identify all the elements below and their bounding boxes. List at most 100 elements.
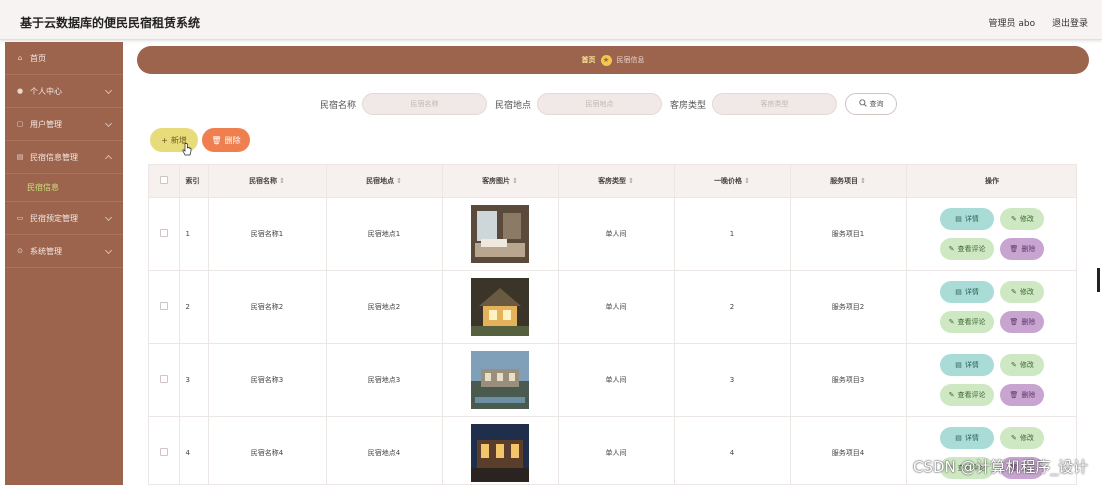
row-room-type: 单人间 <box>558 270 675 344</box>
sidebar-item-homestay-management[interactable]: ▤ 民宿信息管理 <box>5 141 123 174</box>
row-price: 1 <box>674 197 791 271</box>
sidebar-item-profile[interactable]: ● 个人中心 <box>5 75 123 108</box>
sidebar-item-label: 民宿信息 <box>27 183 59 192</box>
column-header-actions: 操作 <box>906 165 1076 198</box>
location-filter-label: 民宿地点 <box>495 100 532 111</box>
document-icon: ▤ <box>955 214 962 223</box>
column-header-room-image[interactable]: 客房图片 ⇕ <box>442 165 559 198</box>
sidebar: ⌂ 首页 ● 个人中心 ▢ 用户管理 ▤ 民宿信息管理 民宿信息 ▭ 民宿预定管… <box>5 42 123 485</box>
row-actions: ▤ 详情 ✎ 修改 ✎ 查看评论 🗑 删除 <box>907 207 1077 260</box>
top-right-links: 管理员 abo 退出登录 <box>975 16 1089 29</box>
table-header-row: 索引 民宿名称 ⇕ 民宿地点 ⇕ 客房图片 ⇕ 客房类型 ⇕ 一晚价格 ⇕ 服务项目 ⇕ 操… <box>149 165 1076 198</box>
room-image[interactable] <box>471 277 529 336</box>
detail-button[interactable]: ▤ 详情 <box>939 353 995 376</box>
row-index: 4 <box>179 416 209 484</box>
name-search-input[interactable] <box>362 93 488 115</box>
view-reviews-button[interactable]: ✎ 查看评论 <box>939 310 995 333</box>
room-type-search-input[interactable] <box>712 93 838 115</box>
edit-button[interactable]: ✎ 修改 <box>1000 207 1045 230</box>
column-header-location[interactable]: 民宿地点 ⇕ <box>326 165 443 198</box>
row-name: 民宿名称1 <box>208 197 327 271</box>
star-icon: ★ <box>600 54 612 66</box>
table-row: 1 民宿名称1 民宿地点1 单人间 1 服务项目1 ▤ 详情 ✎ 修改 ✎ 查看评论 … <box>149 197 1077 271</box>
name-filter-label: 民宿名称 <box>320 100 357 111</box>
sidebar-subitem-homestay-info[interactable]: 民宿信息 <box>5 174 123 202</box>
query-button[interactable]: 查询 <box>845 93 898 115</box>
trash-icon: 🗑 <box>1009 244 1019 253</box>
edit-button[interactable]: ✎ 修改 <box>1000 353 1045 376</box>
row-service: 服务项目3 <box>790 343 907 417</box>
pencil-icon: ✎ <box>948 390 955 399</box>
sidebar-item-label: 民宿信息管理 <box>30 152 78 162</box>
room-image[interactable] <box>471 350 529 409</box>
sidebar-item-booking-management[interactable]: ▭ 民宿预定管理 <box>5 202 123 235</box>
homestay-table: 索引 民宿名称 ⇕ 民宿地点 ⇕ 客房图片 ⇕ 客房类型 ⇕ 一晚价格 ⇕ 服务项目 ⇕ 操… <box>148 164 1077 485</box>
room-image[interactable] <box>471 204 529 263</box>
row-name: 民宿名称4 <box>208 416 327 484</box>
row-location: 民宿地点3 <box>326 343 443 417</box>
room-image[interactable] <box>471 423 529 482</box>
breadcrumb-home[interactable]: 首页 <box>582 55 596 65</box>
edit-button[interactable]: ✎ 修改 <box>1000 280 1045 303</box>
row-service: 服务项目1 <box>790 197 907 271</box>
detail-button[interactable]: ▤ 详情 <box>939 207 995 230</box>
sidebar-item-label: 民宿预定管理 <box>30 213 78 223</box>
detail-button[interactable]: ▤ 详情 <box>939 280 995 303</box>
row-checkbox[interactable] <box>159 447 168 456</box>
logout-link[interactable]: 退出登录 <box>1052 19 1088 29</box>
sort-icon: ⇕ <box>744 176 750 185</box>
row-name: 民宿名称2 <box>208 270 327 344</box>
view-reviews-button[interactable]: ✎ 查看评论 <box>939 237 995 260</box>
sidebar-item-label: 首页 <box>30 53 46 63</box>
room-type-filter-label: 客房类型 <box>670 100 707 111</box>
hand-cursor-icon <box>182 143 192 156</box>
column-header-name[interactable]: 民宿名称 ⇕ <box>208 165 327 198</box>
detail-button[interactable]: ▤ 详情 <box>939 426 995 449</box>
row-checkbox[interactable] <box>159 374 168 383</box>
users-icon: ▢ <box>16 120 24 128</box>
column-header-price[interactable]: 一晚价格 ⇕ <box>674 165 791 198</box>
top-bar: 基于云数据库的便民民宿租赁系统 管理员 abo 退出登录 <box>0 0 1102 40</box>
table-row: 2 民宿名称2 民宿地点2 单人间 2 服务项目2 ▤ 详情 ✎ 修改 ✎ 查看评论 … <box>149 270 1076 344</box>
sort-icon: ⇕ <box>279 176 285 185</box>
sidebar-item-label: 用户管理 <box>30 119 62 129</box>
row-room-type: 单人间 <box>558 197 675 271</box>
edit-button[interactable]: ✎ 修改 <box>1000 426 1045 449</box>
row-index: 3 <box>179 343 209 417</box>
row-delete-button[interactable]: 🗑 删除 <box>1000 237 1045 260</box>
scrollbar-handle[interactable] <box>1097 268 1100 292</box>
row-delete-button[interactable]: 🗑 删除 <box>1000 310 1045 333</box>
row-location: 民宿地点1 <box>326 197 443 271</box>
row-checkbox[interactable] <box>159 228 168 237</box>
watermark: CSDN @计算机程序_设计 <box>912 458 1088 476</box>
row-delete-button[interactable]: 🗑 删除 <box>1000 383 1045 406</box>
admin-user-label[interactable]: 管理员 abo <box>989 19 1036 29</box>
location-search-input[interactable] <box>537 93 663 115</box>
document-icon: ▤ <box>955 287 962 296</box>
breadcrumb-current: 民宿信息 <box>616 56 645 64</box>
select-all-checkbox[interactable] <box>159 175 168 184</box>
row-location: 民宿地点4 <box>326 416 443 484</box>
sort-icon: ⇕ <box>396 176 402 185</box>
sort-icon: ⇕ <box>512 176 518 185</box>
row-service: 服务项目2 <box>790 270 907 344</box>
plus-icon: + <box>161 135 168 145</box>
column-header-room-type[interactable]: 客房类型 ⇕ <box>558 165 675 198</box>
chevron-down-icon <box>104 246 113 255</box>
row-checkbox[interactable] <box>159 301 168 310</box>
sort-icon: ⇕ <box>628 176 634 185</box>
sidebar-item-system-management[interactable]: ⊙ 系统管理 <box>5 235 123 268</box>
batch-delete-button[interactable]: 🗑 删除 <box>202 128 250 152</box>
pencil-icon: ✎ <box>1010 287 1017 296</box>
table-row: 3 民宿名称3 民宿地点3 单人间 3 服务项目3 ▤ 详情 ✎ 修改 ✎ 查看评论 … <box>149 343 1076 417</box>
sidebar-item-home[interactable]: ⌂ 首页 <box>5 42 123 75</box>
column-header-service[interactable]: 服务项目 ⇕ <box>790 165 907 198</box>
delete-button-label: 删除 <box>224 135 241 145</box>
sidebar-item-users[interactable]: ▢ 用户管理 <box>5 108 123 141</box>
view-reviews-button[interactable]: ✎ 查看评论 <box>939 383 995 406</box>
house-icon: ▤ <box>16 153 24 161</box>
document-icon: ▤ <box>955 360 962 369</box>
sort-icon: ⇕ <box>860 176 866 185</box>
settings-icon: ⊙ <box>17 247 23 255</box>
row-name: 民宿名称3 <box>208 343 327 417</box>
